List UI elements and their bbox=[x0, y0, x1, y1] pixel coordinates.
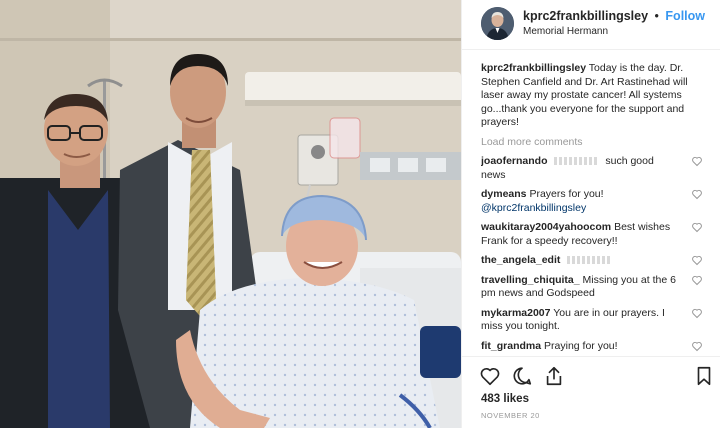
comment-item: mykarma2007 You are in our prayers. I mi… bbox=[481, 307, 703, 334]
comment-like-heart-icon[interactable] bbox=[691, 307, 703, 319]
avatar-image bbox=[481, 7, 514, 40]
header-user-line: kprc2frankbillingsley • Follow bbox=[523, 9, 705, 23]
comment-like-heart-icon[interactable] bbox=[691, 254, 703, 266]
comment-mention-link[interactable]: @kprc2frankbillingsley bbox=[481, 202, 586, 214]
post-caption: kprc2frankbillingsley Today is the day. … bbox=[481, 62, 703, 130]
post-actions: 483 likes NOVEMBER 20 bbox=[462, 356, 720, 428]
comment-item: the_angela_edit bbox=[481, 254, 703, 268]
comment-text: Prayers for you! bbox=[529, 188, 604, 200]
comment-item: dymeans Prayers for you! @kprc2frankbill… bbox=[481, 188, 703, 215]
post-date[interactable]: NOVEMBER 20 bbox=[481, 411, 540, 420]
bookmark-icon[interactable] bbox=[693, 365, 715, 387]
redacted-emoji-icon bbox=[567, 256, 612, 265]
share-icon[interactable] bbox=[543, 365, 565, 387]
post-photo[interactable] bbox=[0, 0, 461, 428]
comment-item: fit_grandma Praying for you! bbox=[481, 340, 703, 354]
comment-like-heart-icon[interactable] bbox=[691, 340, 703, 352]
hospital-room-photo bbox=[0, 0, 461, 428]
likes-count[interactable]: 483 likes bbox=[481, 393, 529, 405]
follow-button[interactable]: Follow bbox=[665, 9, 705, 23]
load-more-comments-button[interactable]: Load more comments bbox=[481, 136, 703, 150]
comment-like-heart-icon[interactable] bbox=[691, 221, 703, 233]
post-header: kprc2frankbillingsley • Follow Memorial … bbox=[462, 0, 720, 50]
comment-like-heart-icon[interactable] bbox=[691, 188, 703, 200]
comment-item: waukitaray2004yahoocom Best wishes Frank… bbox=[481, 221, 703, 248]
comment-username[interactable]: the_angela_edit bbox=[481, 254, 560, 266]
comment-username[interactable]: waukitaray2004yahoocom bbox=[481, 221, 611, 233]
post-side-panel: kprc2frankbillingsley • Follow Memorial … bbox=[461, 0, 720, 428]
post-location[interactable]: Memorial Hermann bbox=[523, 26, 608, 37]
comment-item: travelling_chiquita_ Missing you at the … bbox=[481, 274, 703, 301]
header-username[interactable]: kprc2frankbillingsley bbox=[523, 9, 648, 23]
header-separator: • bbox=[654, 9, 659, 23]
comment-username[interactable]: fit_grandma bbox=[481, 340, 541, 352]
heart-icon[interactable] bbox=[479, 365, 501, 387]
comment-text: Praying for you! bbox=[544, 339, 618, 352]
comment-icon[interactable] bbox=[511, 365, 533, 387]
comment-username[interactable]: travelling_chiquita_ bbox=[481, 274, 580, 286]
avatar[interactable] bbox=[481, 7, 514, 40]
comment-username[interactable]: joaofernando bbox=[481, 155, 548, 167]
caption-username[interactable]: kprc2frankbillingsley bbox=[481, 62, 586, 74]
comments-section[interactable]: kprc2frankbillingsley Today is the day. … bbox=[481, 62, 703, 354]
comment-like-heart-icon[interactable] bbox=[691, 155, 703, 167]
comment-item: joaofernando such good news bbox=[481, 155, 703, 182]
comment-username[interactable]: mykarma2007 bbox=[481, 307, 550, 319]
comment-username[interactable]: dymeans bbox=[481, 188, 527, 200]
redacted-emoji-icon bbox=[554, 157, 599, 166]
comment-like-heart-icon[interactable] bbox=[691, 274, 703, 286]
